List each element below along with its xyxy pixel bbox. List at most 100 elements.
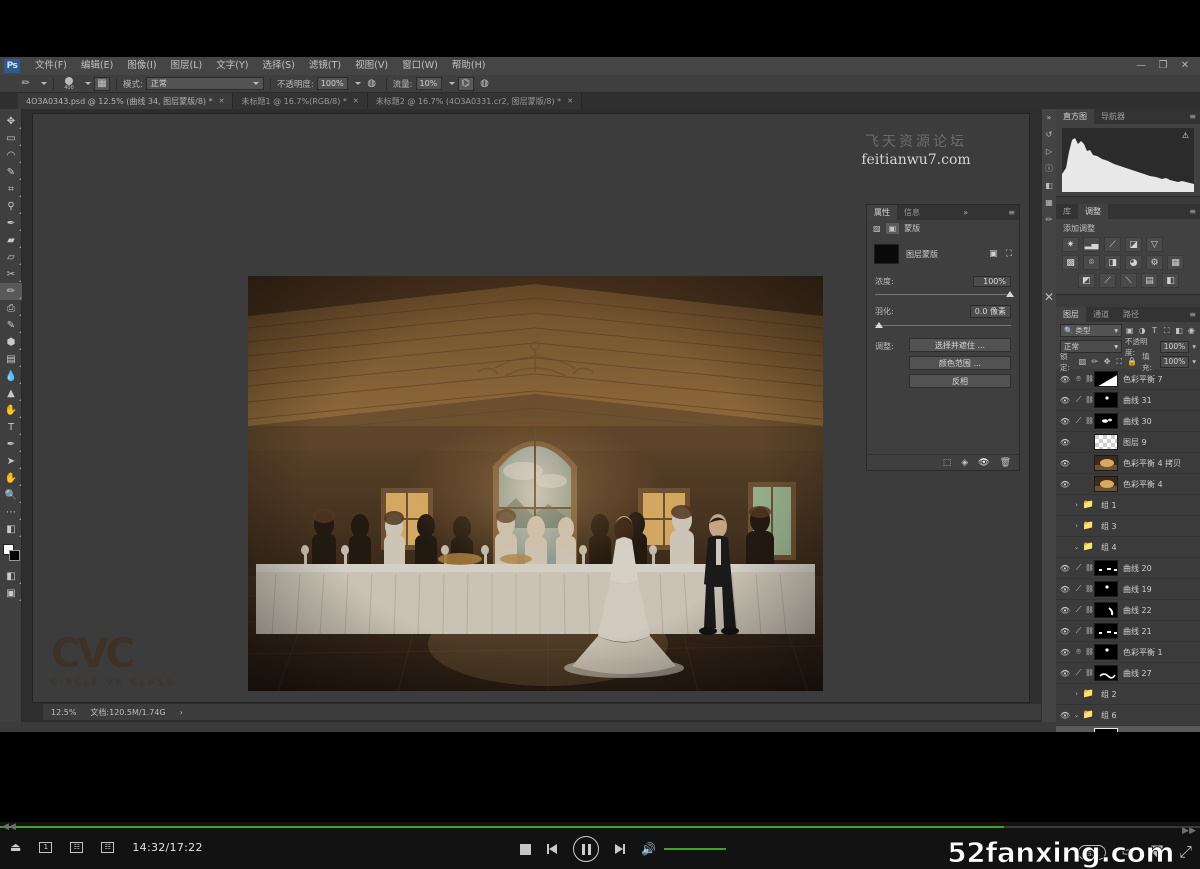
previous-button[interactable] <box>547 844 557 854</box>
chevron-down-icon[interactable]: ⌄ <box>1072 543 1081 551</box>
seek-bar[interactable]: ◀◀ <box>0 822 1200 832</box>
filter-toggle-icon[interactable]: ◉ <box>1187 324 1196 337</box>
layer-visibility-icon[interactable]: 👁 <box>1058 417 1072 426</box>
rectangular-marquee-tool-icon[interactable]: ▭ <box>0 130 22 147</box>
layer-group-row[interactable]: › 📁 组 1 <box>1056 495 1200 516</box>
tab-channels[interactable]: 通道 <box>1086 307 1116 322</box>
spot-healing-brush-tool-icon[interactable]: ✒ <box>0 215 22 232</box>
chevron-down-icon[interactable]: ⌄ <box>1072 711 1081 719</box>
brightness-contrast-icon[interactable]: ✷ <box>1062 237 1079 252</box>
flow-input[interactable]: 10% <box>415 77 442 90</box>
brush-preset-chevron-icon[interactable] <box>41 82 47 85</box>
playlist-count-icon[interactable]: 1 <box>39 841 53 853</box>
lock-position-icon[interactable]: ✥ <box>1102 356 1111 368</box>
filter-smart-icon[interactable]: ◧ <box>1174 324 1183 337</box>
more-tools-icon[interactable]: ⋯ <box>0 504 22 521</box>
gradient-map-icon[interactable]: ▤ <box>1141 273 1158 288</box>
warning-triangle-icon[interactable]: ⚠ <box>1182 131 1189 140</box>
photo-filter-icon[interactable]: ◕ <box>1125 255 1142 270</box>
layer-fill-value[interactable]: 100% <box>1159 355 1190 368</box>
quick-selection-tool-icon[interactable]: ✎ <box>0 164 22 181</box>
layer-mask-thumbnail[interactable] <box>1094 371 1118 387</box>
chevron-right-icon[interactable]: › <box>1072 501 1081 509</box>
brush-tool-icon[interactable]: ✏ <box>0 283 22 300</box>
pen-tool-icon[interactable]: ✒ <box>0 436 22 453</box>
color-range-button[interactable]: 颜色范围 ... <box>909 356 1011 370</box>
properties-menu-icon[interactable]: ≡ <box>1004 205 1019 220</box>
rail-brushes-icon[interactable]: ✏ <box>1042 211 1056 228</box>
layer-row[interactable]: 👁 ⟋ ⛓ 曲线 27 <box>1056 663 1200 684</box>
fullscreen-icon[interactable]: ⤢ <box>1179 842 1192 862</box>
document-tab-2[interactable]: 未标题2 @ 16.7% (4O3A0331.cr2, 图层蒙版/8) * ✕ <box>367 93 583 109</box>
opacity-pressure-icon[interactable]: ◍ <box>364 77 380 91</box>
invert-icon[interactable]: ◩ <box>1078 273 1095 288</box>
rail-history-icon[interactable]: ↺ <box>1042 126 1056 143</box>
layer-mask-icon[interactable]: ▣ <box>885 223 900 234</box>
type-tool-icon[interactable]: T <box>0 419 22 436</box>
layer-row[interactable]: 👁 ⌾ ⛓ 色彩平衡 1 <box>1056 642 1200 663</box>
curves-icon[interactable]: ⟋ <box>1104 237 1121 252</box>
layer-mask-link-icon[interactable]: ⛓ <box>1085 669 1094 677</box>
adjustments-menu-icon[interactable]: ≡ <box>1185 204 1200 219</box>
next-button[interactable] <box>615 844 625 854</box>
menu-item-9[interactable]: 帮助(H) <box>445 57 493 75</box>
layer-mask-link-icon[interactable]: ⛓ <box>1085 606 1094 614</box>
layer-row[interactable]: 👁 色彩平衡 4 拷贝 <box>1056 453 1200 474</box>
layer-visibility-icon[interactable]: 👁 <box>1058 480 1072 489</box>
layer-group-row[interactable]: › 📁 组 3 <box>1056 516 1200 537</box>
delete-mask-icon[interactable]: 🗑 <box>1000 458 1011 468</box>
density-value[interactable]: 100% <box>973 276 1011 287</box>
layer-row[interactable]: 👁 色彩平衡 4 <box>1056 474 1200 495</box>
invert-button[interactable]: 反相 <box>909 374 1011 388</box>
menu-item-3[interactable]: 图层(L) <box>164 57 210 75</box>
color-balance-icon[interactable]: ⌾ <box>1083 255 1100 270</box>
levels-icon[interactable]: ▂▄ <box>1083 237 1100 252</box>
brush-size-preview[interactable]: 400 <box>60 76 78 91</box>
layer-row[interactable]: 👁 ⟋ ⛓ 曲线 20 <box>1056 558 1200 579</box>
menu-item-4[interactable]: 文字(Y) <box>209 57 255 75</box>
document-tab-0[interactable]: 4O3A0343.psd @ 12.5% (曲线 34, 图层蒙版/8) * ✕ <box>18 93 234 109</box>
stop-button[interactable] <box>520 843 531 855</box>
quick-mask-icon[interactable]: ◧ <box>0 568 22 585</box>
close-button[interactable]: ✕ <box>1174 58 1196 72</box>
layer-visibility-icon[interactable]: 👁 <box>1058 459 1072 468</box>
layer-row[interactable]: 👁 ⟋ ⛓ 曲线 21 <box>1056 621 1200 642</box>
close-icon[interactable]: ✕ <box>219 97 225 105</box>
tab-navigator[interactable]: 导航器 <box>1094 109 1132 124</box>
document-tab-1[interactable]: 未标题1 @ 16.7%(RGB/8) * ✕ <box>233 93 368 109</box>
layer-row[interactable]: 👁 图层 9 <box>1056 432 1200 453</box>
rail-close-icon[interactable]: ✕ <box>1042 288 1056 305</box>
layer-mask-link-icon[interactable]: ⛓ <box>1085 396 1094 404</box>
paint-bucket-tool-icon[interactable]: ⬢ <box>0 334 22 351</box>
layer-group-row[interactable]: ⌄ 📁 组 4 <box>1056 537 1200 558</box>
apply-mask-icon[interactable]: ◈ <box>961 458 968 468</box>
menu-item-0[interactable]: 文件(F) <box>28 57 74 75</box>
minimize-button[interactable]: — <box>1130 58 1152 72</box>
layer-visibility-icon[interactable]: 👁 <box>1058 627 1072 636</box>
layer-filter-type-select[interactable]: 🔍 类型 ▾ <box>1060 324 1122 337</box>
opacity-input[interactable]: 100% <box>316 77 348 90</box>
quick-mask-icon[interactable]: ◧ <box>0 521 22 538</box>
layers-menu-icon[interactable]: ≡ <box>1185 307 1200 322</box>
rail-info-icon[interactable]: ⓘ <box>1042 160 1056 177</box>
pause-button[interactable] <box>573 836 599 862</box>
gradient-tool-icon[interactable]: ▤ <box>0 351 22 368</box>
tab-paths[interactable]: 路径 <box>1116 307 1146 322</box>
layer-mask-thumbnail[interactable] <box>1094 644 1118 660</box>
rail-color-icon[interactable]: ◧ <box>1042 177 1056 194</box>
density-slider[interactable] <box>875 290 1014 299</box>
mask-thumbnail[interactable] <box>874 244 899 264</box>
layer-mask-thumbnail[interactable] <box>1094 413 1118 429</box>
zoom-tool-icon[interactable]: 🔍 <box>0 487 22 504</box>
snapshot-icon[interactable]: ☷ <box>70 841 84 853</box>
eyedropper-tool-icon[interactable]: ⚲ <box>0 198 22 215</box>
menu-item-6[interactable]: 滤镜(T) <box>302 57 348 75</box>
layer-visibility-icon[interactable]: 👁 <box>1058 396 1072 405</box>
dodge-tool-icon[interactable]: ▲ <box>0 385 22 402</box>
crop-perspective-tool-icon[interactable]: ✂ <box>0 266 22 283</box>
layer-visibility-icon[interactable]: 👁 <box>1058 648 1072 657</box>
tab-library[interactable]: 库 <box>1056 204 1078 219</box>
volume-control[interactable]: 🔊 <box>641 842 726 856</box>
tab-info[interactable]: 信息 <box>897 205 927 220</box>
clone-stamp-tool-icon[interactable]: ⎙ <box>0 300 22 317</box>
